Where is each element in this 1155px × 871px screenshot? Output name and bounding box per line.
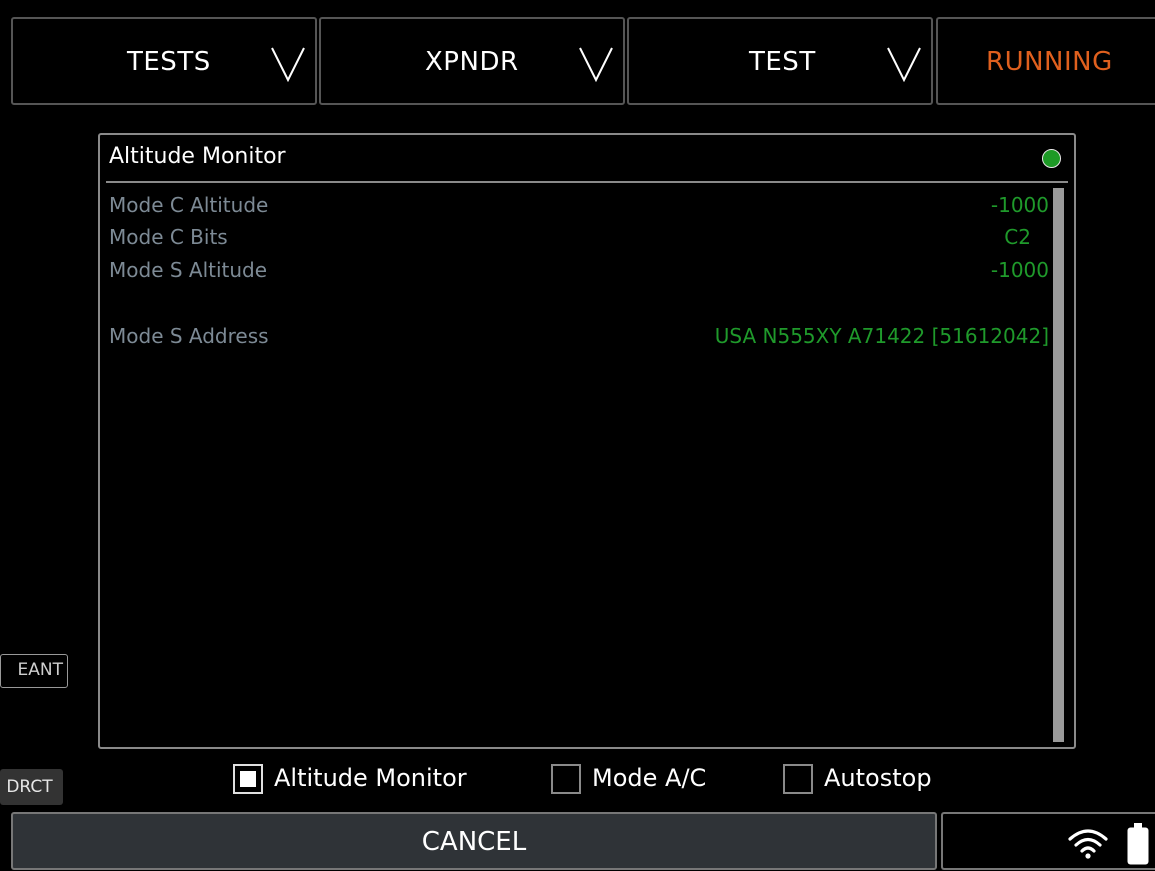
row-value: C2	[1004, 225, 1031, 249]
status-indicator-icon	[1042, 149, 1061, 168]
row-value: -1000	[990, 193, 1049, 217]
row-label: Mode C Bits	[109, 225, 228, 249]
data-row-mode-c-bits: Mode C Bits C2	[109, 225, 1049, 255]
checkbox-unchecked-icon[interactable]	[783, 764, 813, 794]
chevron-down-icon	[887, 47, 921, 82]
data-row-mode-c-altitude: Mode C Altitude -1000	[109, 193, 1049, 223]
row-label: Mode S Altitude	[109, 258, 268, 282]
chevron-down-icon	[271, 47, 305, 82]
cancel-button[interactable]: CANCEL	[11, 812, 937, 870]
checkbox-label: Altitude Monitor	[274, 764, 467, 792]
running-status-label: RUNNING	[986, 47, 1113, 77]
xpndr-dropdown[interactable]: XPNDR	[319, 17, 625, 105]
wifi-icon	[1068, 829, 1108, 859]
chevron-down-icon	[579, 47, 613, 82]
data-row-mode-s-altitude: Mode S Altitude -1000	[109, 258, 1049, 288]
autostop-checkbox[interactable]: Autostop	[783, 762, 963, 796]
altitude-monitor-checkbox[interactable]: Altitude Monitor	[233, 762, 513, 796]
running-status-button[interactable]: RUNNING	[936, 17, 1155, 105]
tests-label: TESTS	[127, 47, 211, 77]
drct-button[interactable]: DRCT	[0, 769, 63, 805]
test-label: TEST	[749, 47, 816, 77]
checkbox-label: Autostop	[824, 764, 932, 792]
tests-dropdown[interactable]: TESTS	[11, 17, 317, 105]
mode-ac-checkbox[interactable]: Mode A/C	[551, 762, 741, 796]
checkbox-checked-icon[interactable]	[233, 764, 263, 794]
status-bar	[941, 812, 1155, 870]
altitude-monitor-panel: Altitude Monitor Mode C Altitude -1000 M…	[98, 133, 1076, 749]
row-value: -1000	[990, 258, 1049, 282]
row-value: USA N555XY A71422 [51612042]	[714, 324, 1049, 348]
panel-scrollbar[interactable]	[1053, 188, 1064, 742]
eant-button[interactable]: EANT	[0, 654, 68, 688]
panel-divider	[106, 181, 1068, 183]
battery-icon	[1127, 823, 1149, 865]
checkbox-unchecked-icon[interactable]	[551, 764, 581, 794]
checkbox-label: Mode A/C	[592, 764, 707, 792]
row-label: Mode C Altitude	[109, 193, 269, 217]
xpndr-label: XPNDR	[425, 47, 519, 77]
panel-title: Altitude Monitor	[109, 144, 286, 169]
test-dropdown[interactable]: TEST	[627, 17, 933, 105]
data-row-mode-s-address: Mode S Address USA N555XY A71422 [516120…	[109, 324, 1049, 354]
row-label: Mode S Address	[109, 324, 269, 348]
